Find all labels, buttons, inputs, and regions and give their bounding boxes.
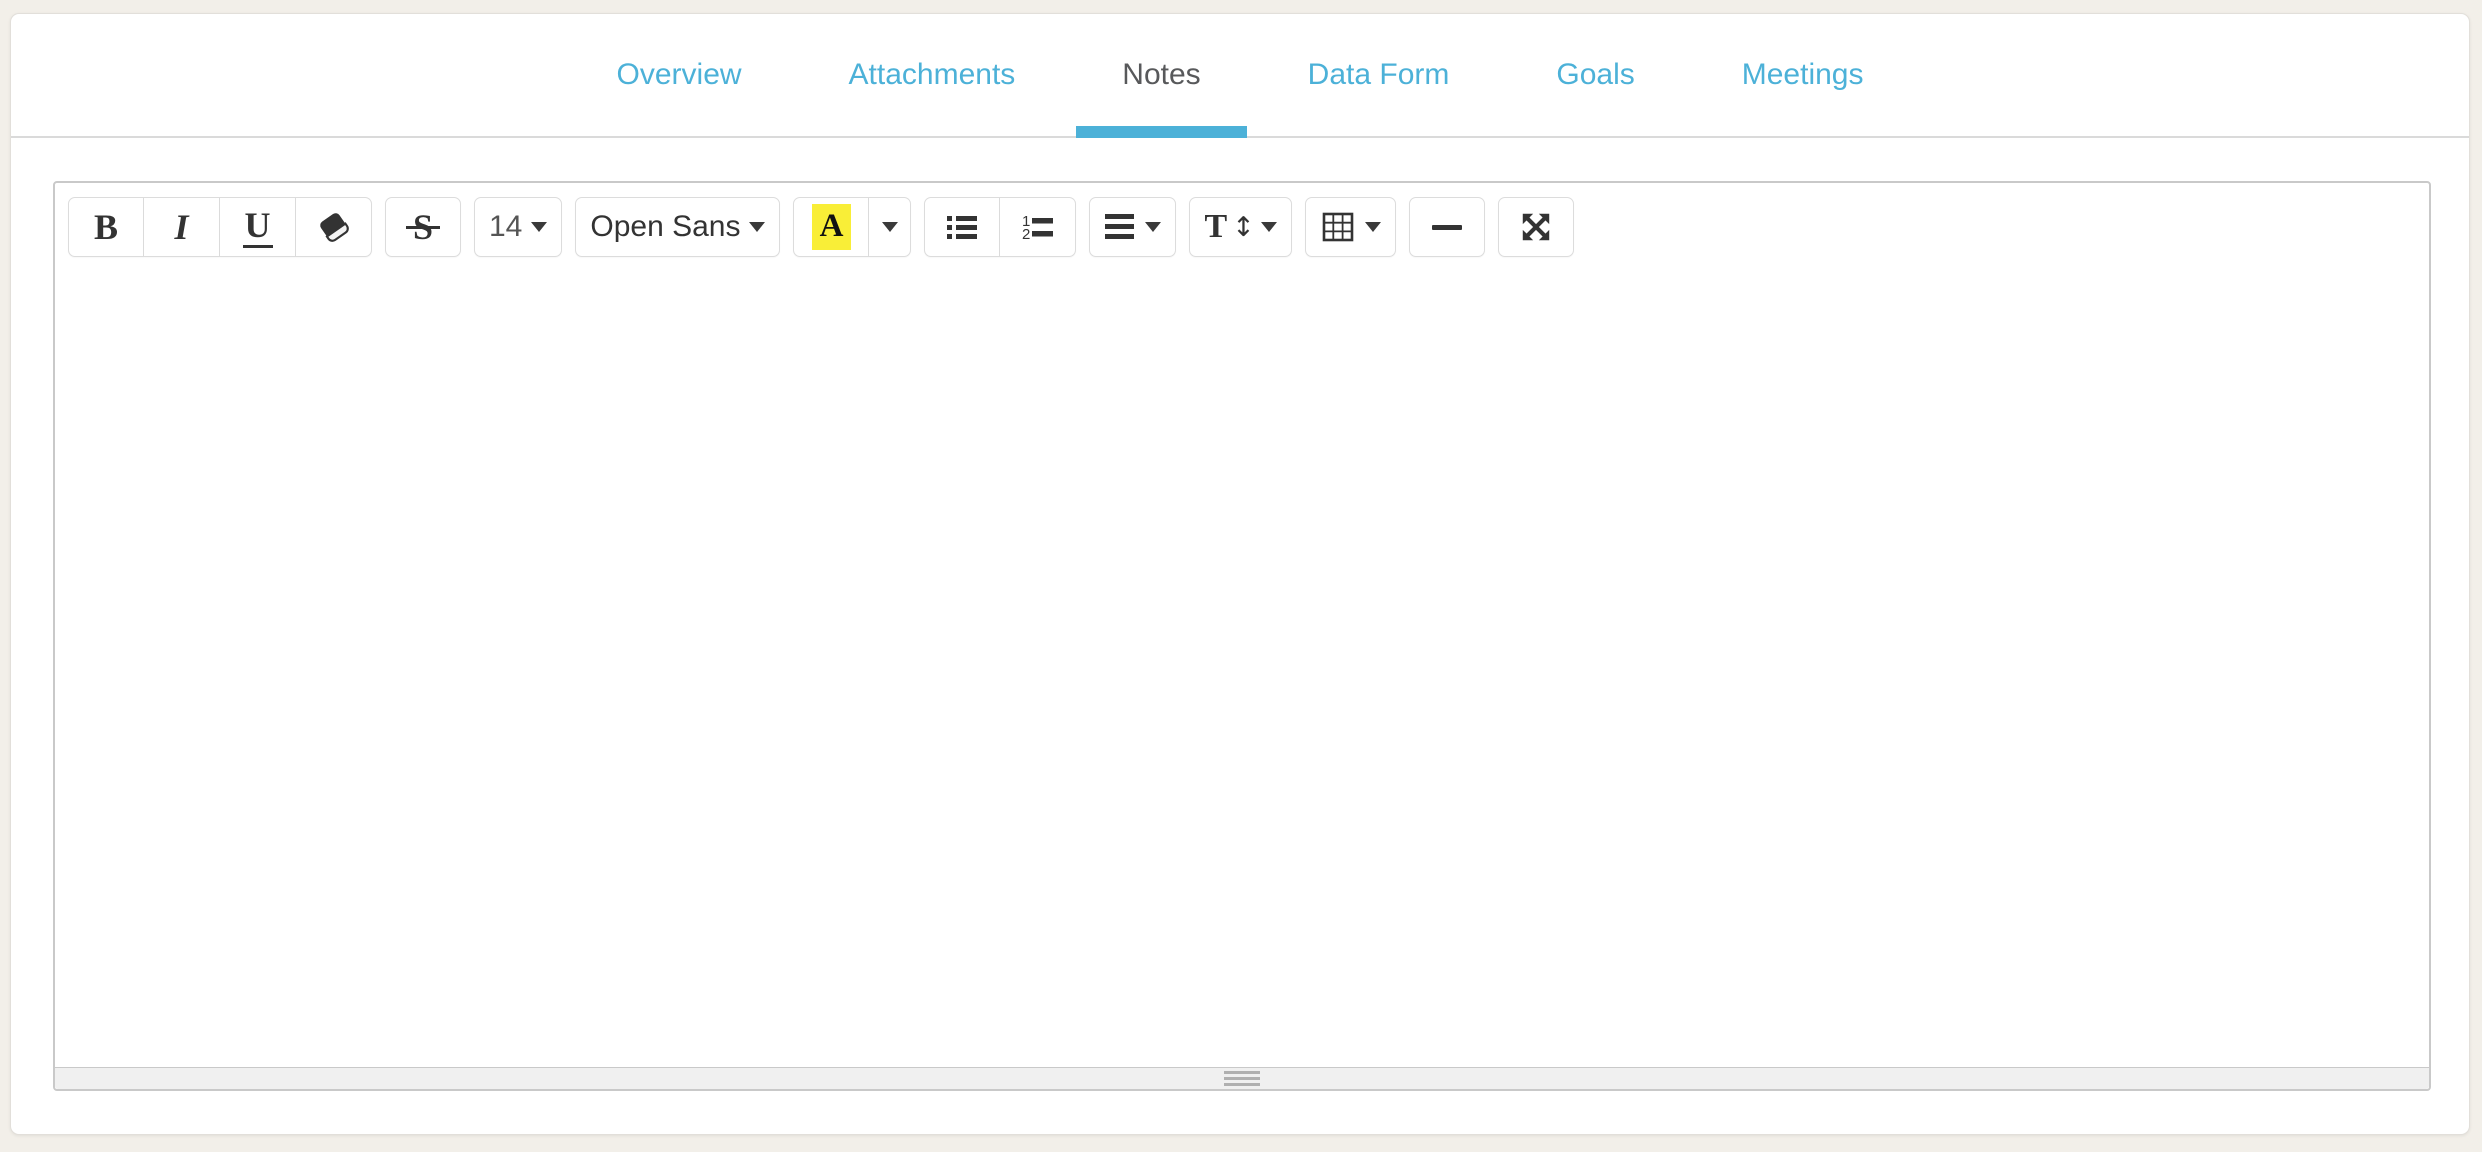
chevron-down-icon	[882, 222, 898, 232]
strikethrough-button[interactable]: S	[385, 197, 461, 257]
tab-data-form-label: Data Form	[1308, 58, 1450, 92]
align-justify-icon	[1104, 212, 1136, 242]
editor-resize-handle[interactable]	[55, 1067, 2429, 1089]
font-family-group: Open Sans	[575, 197, 780, 257]
tab-content-area: B I U	[11, 138, 2469, 1091]
tab-notes[interactable]: Notes	[1076, 14, 1246, 136]
italic-icon: I	[174, 209, 188, 245]
unordered-list-button[interactable]	[924, 197, 1000, 257]
underline-button[interactable]: U	[220, 197, 296, 257]
notes-panel-card: Overview Attachments Notes Data Form Goa…	[10, 13, 2470, 1135]
tab-attachments-label: Attachments	[849, 58, 1016, 92]
line-height-select[interactable]: T ↕	[1189, 197, 1291, 257]
bullet-list-icon	[944, 209, 980, 245]
strikethrough-group: S	[385, 197, 461, 257]
tab-goals-label: Goals	[1556, 58, 1634, 92]
resize-grip-icon	[1224, 1071, 1260, 1074]
text-color-icon: A	[812, 204, 852, 250]
paragraph-align-select[interactable]	[1089, 197, 1176, 257]
fullscreen-arrows-icon	[1519, 210, 1553, 244]
bold-button[interactable]: B	[68, 197, 144, 257]
list-button-group: 1 2	[924, 197, 1076, 257]
line-height-group: T ↕	[1189, 197, 1291, 257]
svg-text:2: 2	[1022, 226, 1030, 243]
eraser-icon	[316, 209, 352, 245]
chevron-down-icon	[749, 222, 765, 232]
tab-attachments[interactable]: Attachments	[803, 14, 1062, 136]
horizontal-rule-icon	[1432, 225, 1462, 230]
color-button-group: A	[793, 197, 911, 257]
chevron-down-icon	[531, 222, 547, 232]
font-size-select[interactable]: 14	[474, 197, 562, 257]
underline-icon: U	[243, 207, 273, 248]
fullscreen-button[interactable]	[1498, 197, 1574, 257]
bold-icon: B	[94, 209, 118, 245]
hr-group	[1409, 197, 1485, 257]
editor-content[interactable]	[55, 267, 2429, 1067]
line-height-icon: T	[1204, 210, 1227, 244]
font-family-select[interactable]: Open Sans	[575, 197, 780, 257]
up-down-arrow-icon: ↕	[1232, 214, 1255, 241]
tab-overview[interactable]: Overview	[571, 14, 788, 136]
tab-bar: Overview Attachments Notes Data Form Goa…	[11, 14, 2469, 138]
horizontal-rule-button[interactable]	[1409, 197, 1485, 257]
tab-meetings[interactable]: Meetings	[1696, 14, 1910, 136]
resize-grip-icon	[1224, 1077, 1260, 1080]
editor-toolbar: B I U	[55, 183, 2429, 267]
table-icon	[1320, 209, 1356, 245]
resize-grip-icon	[1224, 1083, 1260, 1086]
chevron-down-icon	[1145, 222, 1161, 232]
clear-format-button[interactable]	[296, 197, 372, 257]
chevron-down-icon	[1365, 222, 1381, 232]
chevron-down-icon	[1261, 222, 1277, 232]
fullscreen-group	[1498, 197, 1574, 257]
font-size-group: 14	[474, 197, 562, 257]
paragraph-group	[1089, 197, 1176, 257]
tab-goals[interactable]: Goals	[1510, 14, 1680, 136]
table-group	[1305, 197, 1396, 257]
strikethrough-icon: S	[411, 209, 435, 245]
numbered-list-icon: 1 2	[1020, 209, 1056, 245]
font-size-value: 14	[489, 212, 522, 242]
text-color-button[interactable]: A	[793, 197, 869, 257]
rich-text-editor: B I U	[53, 181, 2431, 1091]
italic-button[interactable]: I	[144, 197, 220, 257]
page: Overview Attachments Notes Data Form Goa…	[0, 0, 2482, 1152]
tab-overview-label: Overview	[617, 58, 742, 92]
active-tab-underline	[1076, 126, 1246, 138]
ordered-list-button[interactable]: 1 2	[1000, 197, 1076, 257]
tab-notes-label: Notes	[1122, 58, 1200, 92]
style-button-group: B I U	[68, 197, 372, 257]
table-select[interactable]	[1305, 197, 1396, 257]
font-family-value: Open Sans	[590, 212, 740, 242]
text-color-dropdown-button[interactable]	[869, 197, 911, 257]
tab-meetings-label: Meetings	[1742, 58, 1864, 92]
tab-data-form[interactable]: Data Form	[1262, 14, 1496, 136]
